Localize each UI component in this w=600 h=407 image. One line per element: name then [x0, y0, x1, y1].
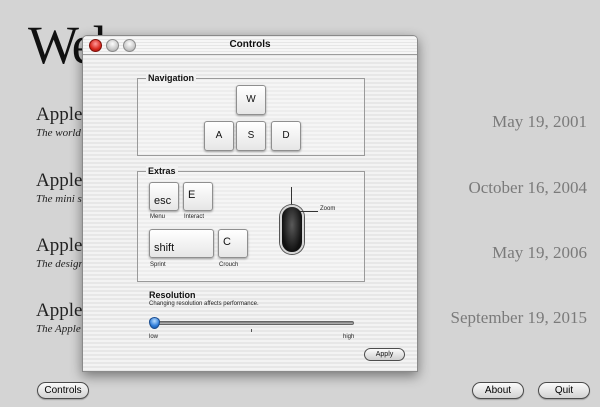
store-entry: Apple The world [36, 104, 82, 140]
navigation-label: Navigation [146, 72, 197, 84]
store-tagline: The design [36, 258, 84, 270]
extras-label: Extras [146, 165, 178, 177]
slider-high-label: high [343, 334, 355, 340]
store-name: Apple [36, 104, 83, 125]
slider-low-label: low [149, 334, 159, 340]
key-esc[interactable]: esc [149, 182, 179, 211]
title-bar[interactable]: Controls [83, 36, 417, 55]
key-e[interactable]: E [183, 182, 213, 211]
key-d[interactable]: D [271, 121, 301, 151]
zoom-label: Zoom [320, 206, 336, 212]
key-s[interactable]: S [236, 121, 266, 151]
store-name: Apple [36, 170, 83, 191]
resolution-slider-track[interactable] [151, 321, 354, 325]
navigation-group: Navigation W A S D [137, 72, 365, 156]
key-c[interactable]: C [218, 229, 248, 258]
quit-button[interactable]: Quit [538, 382, 590, 399]
store-date: May 19, 2006 [492, 243, 587, 262]
resolution-label: Resolution [149, 290, 196, 300]
store-tagline: The mini s [36, 193, 82, 205]
zoom-pointer-line [300, 211, 318, 212]
key-caption: Interact [184, 214, 205, 220]
resolution-slider-tick [251, 329, 252, 332]
mouse-icon[interactable] [280, 205, 304, 254]
key-w[interactable]: W [236, 85, 266, 115]
key-caption: Menu [150, 214, 166, 220]
resolution-slider-thumb[interactable] [149, 317, 160, 329]
store-date: October 16, 2004 [468, 178, 587, 197]
store-tagline: The world [36, 127, 81, 139]
controls-window: Controls Navigation W A S D Extras esc M… [82, 35, 418, 372]
key-shift[interactable]: shift [149, 229, 214, 258]
store-name: Apple [36, 235, 83, 256]
store-entry: Apple The design [36, 235, 84, 271]
key-a[interactable]: A [204, 121, 234, 151]
about-button[interactable]: About [472, 382, 524, 399]
extras-group: Extras esc Menu E Interact shift Sprint … [137, 165, 365, 282]
controls-button[interactable]: Controls [37, 382, 89, 399]
window-title: Controls [229, 39, 271, 50]
store-entry: Apple The mini s [36, 170, 82, 206]
apply-button[interactable]: Apply [364, 348, 405, 361]
key-caption: Sprint [150, 262, 166, 268]
store-date: September 19, 2015 [450, 308, 587, 327]
key-caption: Crouch [219, 262, 239, 268]
resolution-note: Changing resolution affects performance. [149, 301, 259, 307]
store-date: May 19, 2001 [492, 112, 587, 131]
